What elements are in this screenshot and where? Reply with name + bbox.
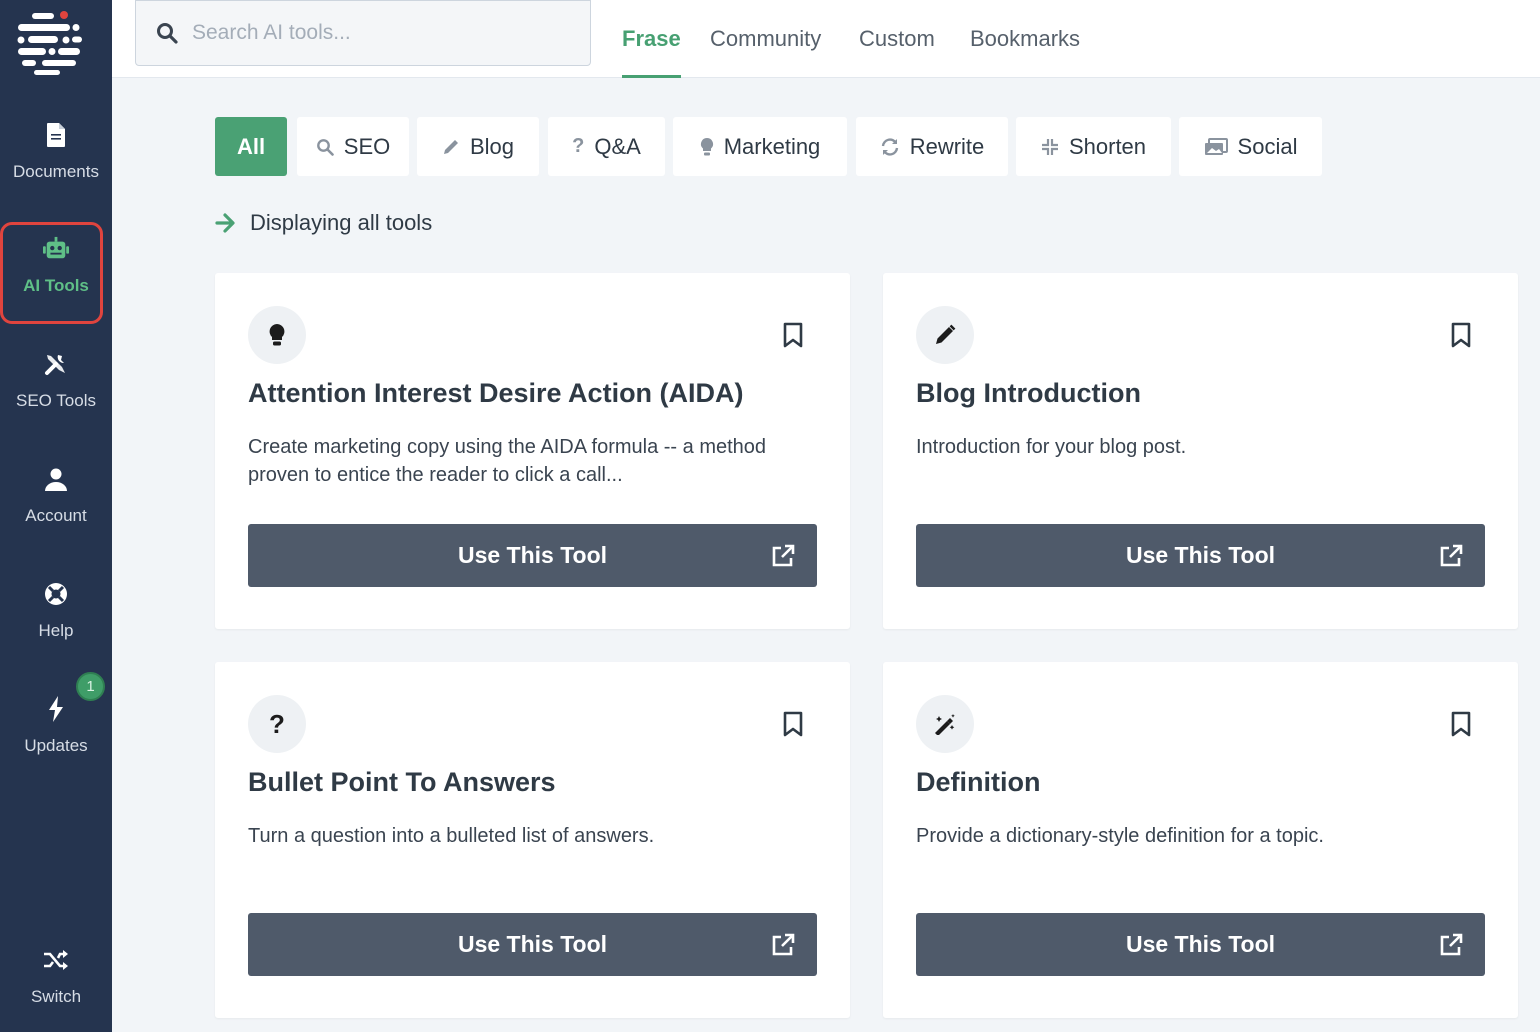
- question-icon: ?: [572, 135, 585, 157]
- external-link-icon: [1440, 544, 1463, 567]
- question-icon: ?: [248, 695, 306, 753]
- tool-card-title: Bullet Point To Answers: [248, 767, 556, 797]
- frase-logo[interactable]: [14, 10, 84, 76]
- filter-all[interactable]: All: [215, 117, 287, 176]
- filter-rewrite[interactable]: Rewrite: [856, 117, 1008, 176]
- tool-card-description: Turn a question into a bulleted list of …: [248, 825, 655, 847]
- filter-label: All: [236, 133, 266, 159]
- use-tool-button-label: Use This Tool: [457, 931, 608, 957]
- bookmark-icon[interactable]: [782, 711, 804, 737]
- use-tool-button-label: Use This Tool: [1125, 542, 1276, 568]
- search-icon: [316, 138, 334, 156]
- use-tool-button[interactable]: Use This Tool: [248, 524, 817, 587]
- sidebar-item-help[interactable]: Help: [0, 581, 112, 661]
- filter-seo[interactable]: SEO: [297, 117, 409, 176]
- use-tool-button[interactable]: Use This Tool: [916, 913, 1485, 976]
- tools-icon: [43, 351, 69, 377]
- sidebar-item-ai-tools[interactable]: AI Tools: [0, 236, 112, 316]
- tool-card-bullet-point-to-answers[interactable]: ? Bullet Point To Answers Turn a questio…: [215, 662, 850, 1018]
- tab-custom[interactable]: Custom: [859, 0, 935, 78]
- filter-marketing[interactable]: Marketing: [673, 117, 847, 176]
- robot-icon: [43, 236, 69, 262]
- filter-label: Rewrite: [909, 133, 985, 159]
- sidebar-item-seo-tools[interactable]: SEO Tools: [0, 351, 112, 431]
- lightbulb-icon: [700, 137, 714, 156]
- tool-card-title: Attention Interest Desire Action (AIDA): [248, 378, 744, 408]
- filter-label: SEO: [343, 133, 391, 159]
- user-icon: [43, 466, 69, 492]
- sidebar-item-label: Account: [25, 506, 87, 525]
- pencil-icon: [442, 138, 460, 156]
- sidebar-item-label: Documents: [13, 162, 99, 181]
- external-link-icon: [1440, 933, 1463, 956]
- tool-card-title: Blog Introduction: [916, 378, 1141, 408]
- filter-social[interactable]: Social: [1179, 117, 1322, 176]
- arrow-right-icon: [215, 213, 236, 233]
- sidebar-item-label: Switch: [30, 987, 82, 1006]
- search-icon: [156, 22, 178, 44]
- filter-label: Blog: [469, 133, 515, 159]
- tool-card-description: Create marketing copy using the AIDA for…: [248, 436, 767, 486]
- compress-icon: [1041, 138, 1059, 156]
- external-link-icon: [772, 544, 795, 567]
- use-tool-button-label: Use This Tool: [1125, 931, 1276, 957]
- tool-card-description: Introduction for your blog post.: [916, 436, 1187, 458]
- tool-card-definition[interactable]: Definition Provide a dictionary-style de…: [883, 662, 1518, 1018]
- magic-wand-icon: [916, 695, 974, 753]
- pencil-icon: [916, 306, 974, 364]
- filter-label: Q&A: [594, 133, 641, 159]
- bolt-icon: [43, 696, 69, 722]
- sidebar-item-label: Updates: [24, 736, 88, 755]
- tool-card-blog-introduction[interactable]: Blog Introduction Introduction for your …: [883, 273, 1518, 629]
- tool-card-description: Provide a dictionary-style definition fo…: [916, 825, 1324, 847]
- tab-community[interactable]: Community: [710, 0, 821, 78]
- use-tool-button-label: Use This Tool: [457, 542, 608, 568]
- sidebar-item-documents[interactable]: Documents: [0, 122, 112, 202]
- bookmark-icon[interactable]: [1450, 322, 1472, 348]
- sidebar-item-label: AI Tools: [23, 276, 89, 295]
- sidebar-item-account[interactable]: Account: [0, 466, 112, 546]
- search-input[interactable]: [192, 21, 572, 45]
- filter-blog[interactable]: Blog: [417, 117, 539, 176]
- updates-badge: 1: [76, 672, 105, 701]
- bookmark-icon[interactable]: [782, 322, 804, 348]
- tool-card-title: Definition: [916, 767, 1041, 797]
- use-tool-button[interactable]: Use This Tool: [248, 913, 817, 976]
- sidebar-item-updates[interactable]: Updates: [0, 696, 112, 776]
- display-note-text: Displaying all tools: [250, 210, 433, 235]
- use-tool-button[interactable]: Use This Tool: [916, 524, 1485, 587]
- tool-card-aida[interactable]: Attention Interest Desire Action (AIDA) …: [215, 273, 850, 629]
- external-link-icon: [772, 933, 795, 956]
- display-note: Displaying all tools: [215, 210, 432, 236]
- filter-label: Shorten: [1068, 133, 1147, 159]
- lightbulb-icon: [248, 306, 306, 364]
- bookmark-icon[interactable]: [1450, 711, 1472, 737]
- document-icon: [43, 122, 69, 148]
- images-icon: [1204, 137, 1228, 156]
- search-box[interactable]: [135, 0, 591, 66]
- filter-shorten[interactable]: Shorten: [1016, 117, 1171, 176]
- filter-label: Marketing: [723, 133, 821, 159]
- sidebar-item-label: Help: [38, 621, 74, 640]
- shuffle-icon: [43, 947, 69, 973]
- sidebar-item-switch[interactable]: Switch: [0, 947, 112, 1027]
- lifebuoy-icon: [43, 581, 69, 607]
- sidebar: Documents AI Tools SEO Tools Account Hel…: [0, 0, 112, 1032]
- sidebar-item-label: SEO Tools: [15, 391, 96, 410]
- refresh-icon: [880, 137, 900, 156]
- tab-bookmarks[interactable]: Bookmarks: [970, 0, 1080, 78]
- top-bar: Frase Community Custom Bookmarks: [112, 0, 1540, 78]
- filter-qa[interactable]: ? Q&A: [548, 117, 665, 176]
- tab-frase[interactable]: Frase: [622, 0, 681, 78]
- filter-label: Social: [1237, 133, 1298, 159]
